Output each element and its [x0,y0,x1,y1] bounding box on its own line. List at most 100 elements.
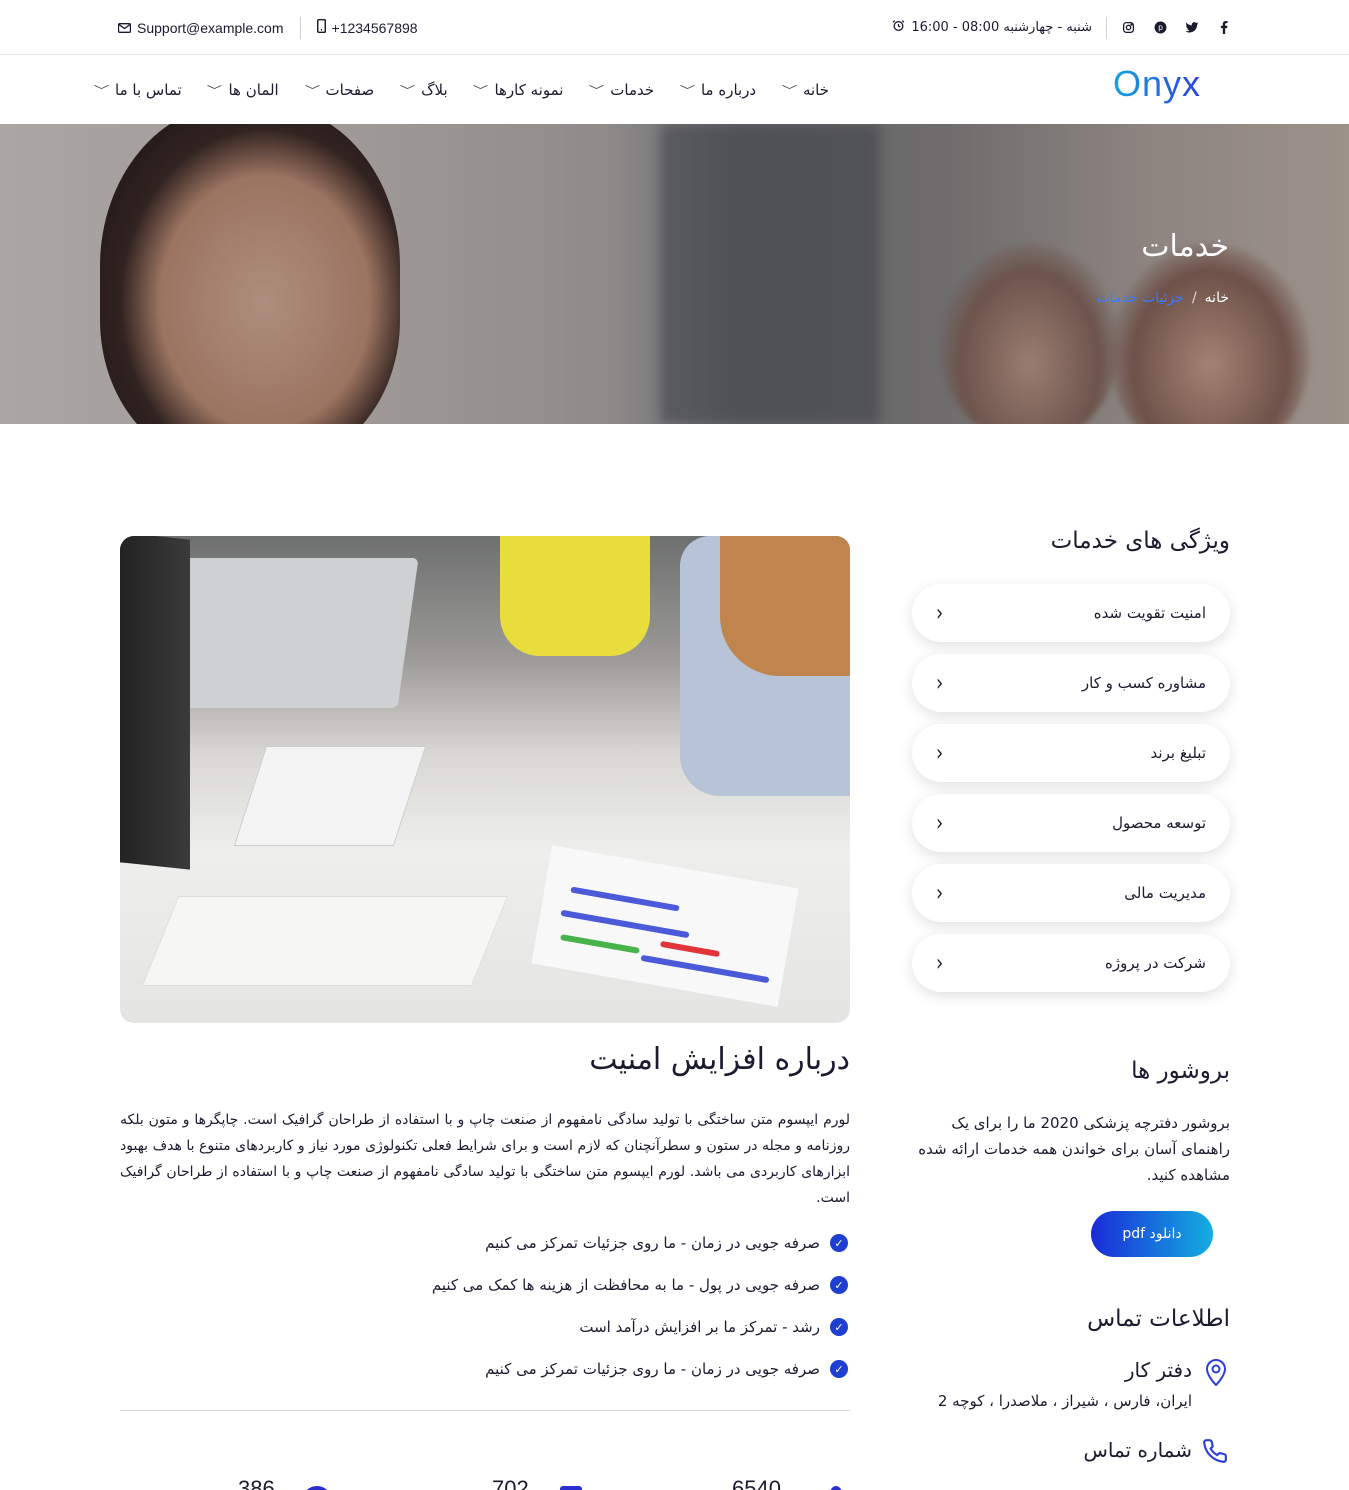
phone-title: شماره تماس [1083,1438,1192,1462]
feature-item: ✓ رشد - تمرکز ما بر افزایش درآمد است [120,1306,850,1348]
hero-overlay [0,124,1349,424]
feature-text: صرفه جویی در زمان - ما روی جزئیات تمرکز … [485,1234,820,1252]
chevron-left-icon: ‹ [936,879,944,907]
service-image [120,536,850,1023]
page-hero-banner: خدمات خانه / جزئیات خدمات [0,124,1349,424]
nav-item-elements[interactable]: المان ها ﹀ [207,80,279,99]
chevron-down-icon: ﹀ [304,83,320,97]
twitter-icon[interactable] [1185,21,1199,35]
image-person-yellow [500,536,650,656]
service-item[interactable]: تبلیغ برند ‹ [912,724,1230,782]
stat-value: 6540 [732,1476,781,1490]
nav-item-label: تماس با ما [115,80,182,99]
sidebar-title: ویژگی های خدمات [1050,528,1230,554]
breadcrumb: خانه / جزئیات خدمات [1097,290,1229,306]
map-pin-icon [1204,1358,1228,1387]
feature-item: ✓ صرفه جویی در پول - ما به محافظت از هزین… [120,1264,850,1306]
chevron-down-icon: ﹀ [93,83,110,97]
breadcrumb-current: جزئیات خدمات [1096,290,1184,306]
chevron-down-icon: ﹀ [399,83,416,97]
facebook-icon[interactable] [1217,21,1231,35]
service-item[interactable]: توسعه محصول ‹ [912,794,1230,852]
nav-item-label: بلاگ [421,80,448,99]
working-hours-text: شنبه - چهارشنبه 08:00 - 16:00 [911,20,1092,35]
mobile-phone-icon [316,18,326,36]
envelope-icon [117,20,132,36]
service-item[interactable]: امنیت تقویت شده ‹ [912,584,1230,642]
section-paragraph: لورم ایپسوم متن ساختگی با تولید سادگی نا… [120,1112,850,1206]
nav-item-pages[interactable]: صفحات ﹀ [304,81,374,99]
service-label: توسعه محصول [1112,814,1206,832]
feature-list: ✓ صرفه جویی در زمان - ما روی جزئیات تمرکز… [120,1222,850,1390]
feature-text: رشد - تمرکز ما بر افزایش درآمد است [579,1318,820,1336]
page-title: خدمات [1141,229,1229,264]
chevron-down-icon: ﹀ [207,83,223,97]
nav-item-label: درباره ما [700,80,757,99]
nav-item-label: خانه [802,80,829,99]
site-logo[interactable]: Onyx [1113,63,1201,105]
image-keyboard [233,746,427,846]
service-label: مشاوره کسب و کار [1081,674,1206,692]
feature-item: ✓ صرفه جویی در زمان - ما روی جزئیات تمرکز… [120,1348,850,1390]
email-text: Support@example.com [137,19,284,36]
nav-item-label: خدمات [610,80,655,99]
image-chart-paper [531,845,799,1007]
instagram-icon[interactable] [1121,21,1135,35]
breadcrumb-home[interactable]: خانه [1205,290,1229,306]
check-circle-icon: ✓ [830,1318,848,1336]
contact-info-section: اطلاعات تماس دفتر کار ایران، فارس ، شیرا… [910,1306,1230,1463]
chevron-left-icon: ‹ [936,949,944,977]
topbar-divider [299,16,301,39]
nav-item-services[interactable]: خدمات ﹀ [589,80,655,99]
service-item[interactable]: مدیریت مالی ‹ [912,864,1230,922]
service-label: شرکت در پروژه [1105,954,1206,972]
service-list: امنیت تقویت شده ‹ مشاوره کسب و کار ‹ تبلیغ… [910,584,1230,992]
svg-text:p: p [1158,23,1163,32]
image-notebook [141,896,509,986]
nav-item-home[interactable]: خانه ﹀ [781,80,829,99]
clock-icon [892,19,905,36]
chevron-down-icon: ﹀ [679,83,696,97]
stat-icon [560,1486,582,1490]
email-contact[interactable]: Support@example.com [117,19,284,36]
chevron-left-icon: ‹ [936,669,944,697]
breadcrumb-separator: / [1191,290,1197,306]
stat-icon [302,1486,332,1490]
top-bar-right: p شنبه - چهارشنبه 08:00 - 16:00 [892,0,1231,55]
phone-icon [1203,1438,1228,1466]
services-sidebar: ویژگی های خدمات امنیت تقویت شده ‹ مشاوره … [910,520,1230,1004]
office-info: دفتر کار ایران، فارس ، شیراز ، ملاصدرا ،… [910,1358,1230,1410]
office-title: دفتر کار [1124,1358,1192,1382]
pinterest-icon[interactable]: p [1153,21,1167,35]
service-item[interactable]: شرکت در پروژه ‹ [912,934,1230,992]
chevron-down-icon: ﹀ [473,83,489,97]
service-item[interactable]: مشاوره کسب و کار ‹ [912,654,1230,712]
social-links: p [1121,21,1231,35]
nav-item-contact[interactable]: تماس با ما ﹀ [93,80,182,99]
nav-item-portfolio[interactable]: نمونه کارها ﹀ [473,80,564,99]
chevron-down-icon: ﹀ [589,83,605,97]
phone-text: +1234567898 [331,19,418,36]
phone-info: شماره تماس [910,1438,1230,1463]
check-circle-icon: ✓ [830,1276,848,1294]
feature-text: صرفه جویی در پول - ما به محافظت از هزینه… [431,1276,820,1294]
nav-item-blog[interactable]: بلاگ ﹀ [399,80,448,99]
image-monitor [120,536,190,870]
section-divider [120,1410,850,1411]
chevron-down-icon: ﹀ [781,83,798,97]
main-navigation: Onyx خانه ﹀ درباره ما ﹀ خدمات ﹀ نمونه کارها… [0,55,1349,124]
nav-item-label: المان ها [228,80,279,99]
chevron-left-icon: ‹ [936,599,944,627]
chevron-left-icon: ‹ [936,739,944,767]
brochure-title: بروشور ها [1131,1058,1230,1084]
download-pdf-button[interactable]: دانلود pdf [1091,1211,1213,1257]
phone-contact[interactable]: +1234567898 [316,18,418,36]
working-hours: شنبه - چهارشنبه 08:00 - 16:00 [892,19,1092,36]
nav-item-label: نمونه کارها [494,80,564,99]
topbar-divider [1106,16,1107,39]
image-laptop [157,558,419,708]
check-circle-icon: ✓ [830,1360,848,1378]
brochure-text: بروشور دفترچه پزشکی 2020 ما را برای یک ر… [918,1114,1230,1184]
nav-item-about[interactable]: درباره ما ﹀ [679,80,757,99]
office-address: ایران، فارس ، شیراز ، ملاصدرا ، کوچه 2 [937,1392,1192,1410]
